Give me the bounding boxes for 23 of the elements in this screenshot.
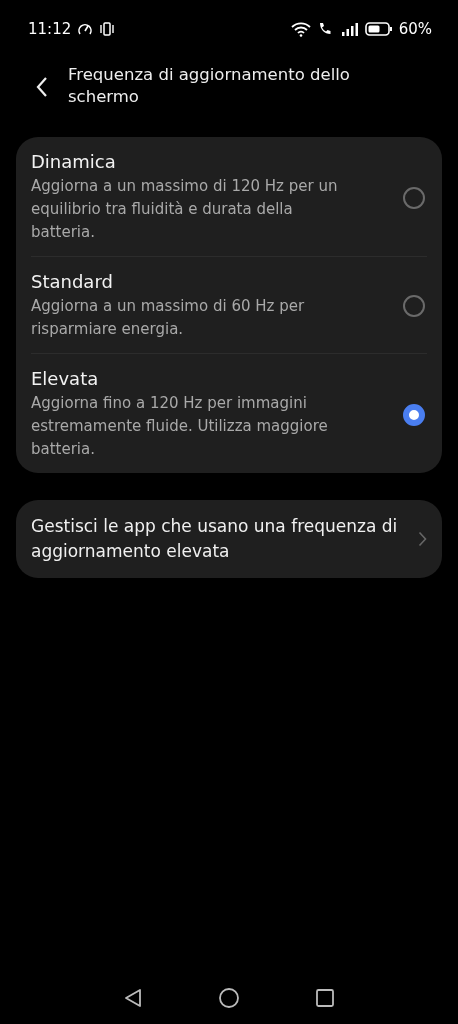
back-icon[interactable]: [36, 76, 48, 98]
option-description: Aggiorna a un massimo di 120 Hz per un equilibrio tra fluidità e durata della batteria.: [31, 176, 339, 243]
time: 11:12: [28, 20, 72, 38]
option-title: Elevata: [31, 368, 100, 389]
recents-icon[interactable]: [315, 988, 335, 1008]
page-title: Frequenza di aggiornamento dello schermo: [68, 64, 351, 108]
chevron-icon: [418, 531, 427, 547]
list-item[interactable]: Gestisci le app che usano una frequenza di aggiornamento elevata: [16, 500, 442, 578]
option-title: Standard: [31, 271, 114, 292]
option-title: Dinamica: [31, 151, 117, 172]
radio-button[interactable]: [403, 186, 425, 209]
signal-icon: [340, 22, 359, 36]
back-nav-icon[interactable]: [123, 988, 143, 1008]
wifi-icon: [290, 21, 311, 37]
radio-button[interactable]: [403, 403, 425, 426]
option-description: Aggiorna a un massimo di 60 Hz per risparmiare energia.: [31, 296, 306, 340]
battery-percent: 60%: [398, 20, 432, 38]
radio-button[interactable]: [403, 295, 425, 317]
battery-icon: [364, 22, 393, 36]
option-description: Aggiorna fino a 120 Hz per immagini estremamente fluide. Utilizza maggiore batteria.: [31, 393, 329, 460]
home-icon[interactable]: [218, 987, 240, 1009]
speed-icon: [77, 21, 94, 37]
vibrate-icon: [99, 21, 116, 37]
